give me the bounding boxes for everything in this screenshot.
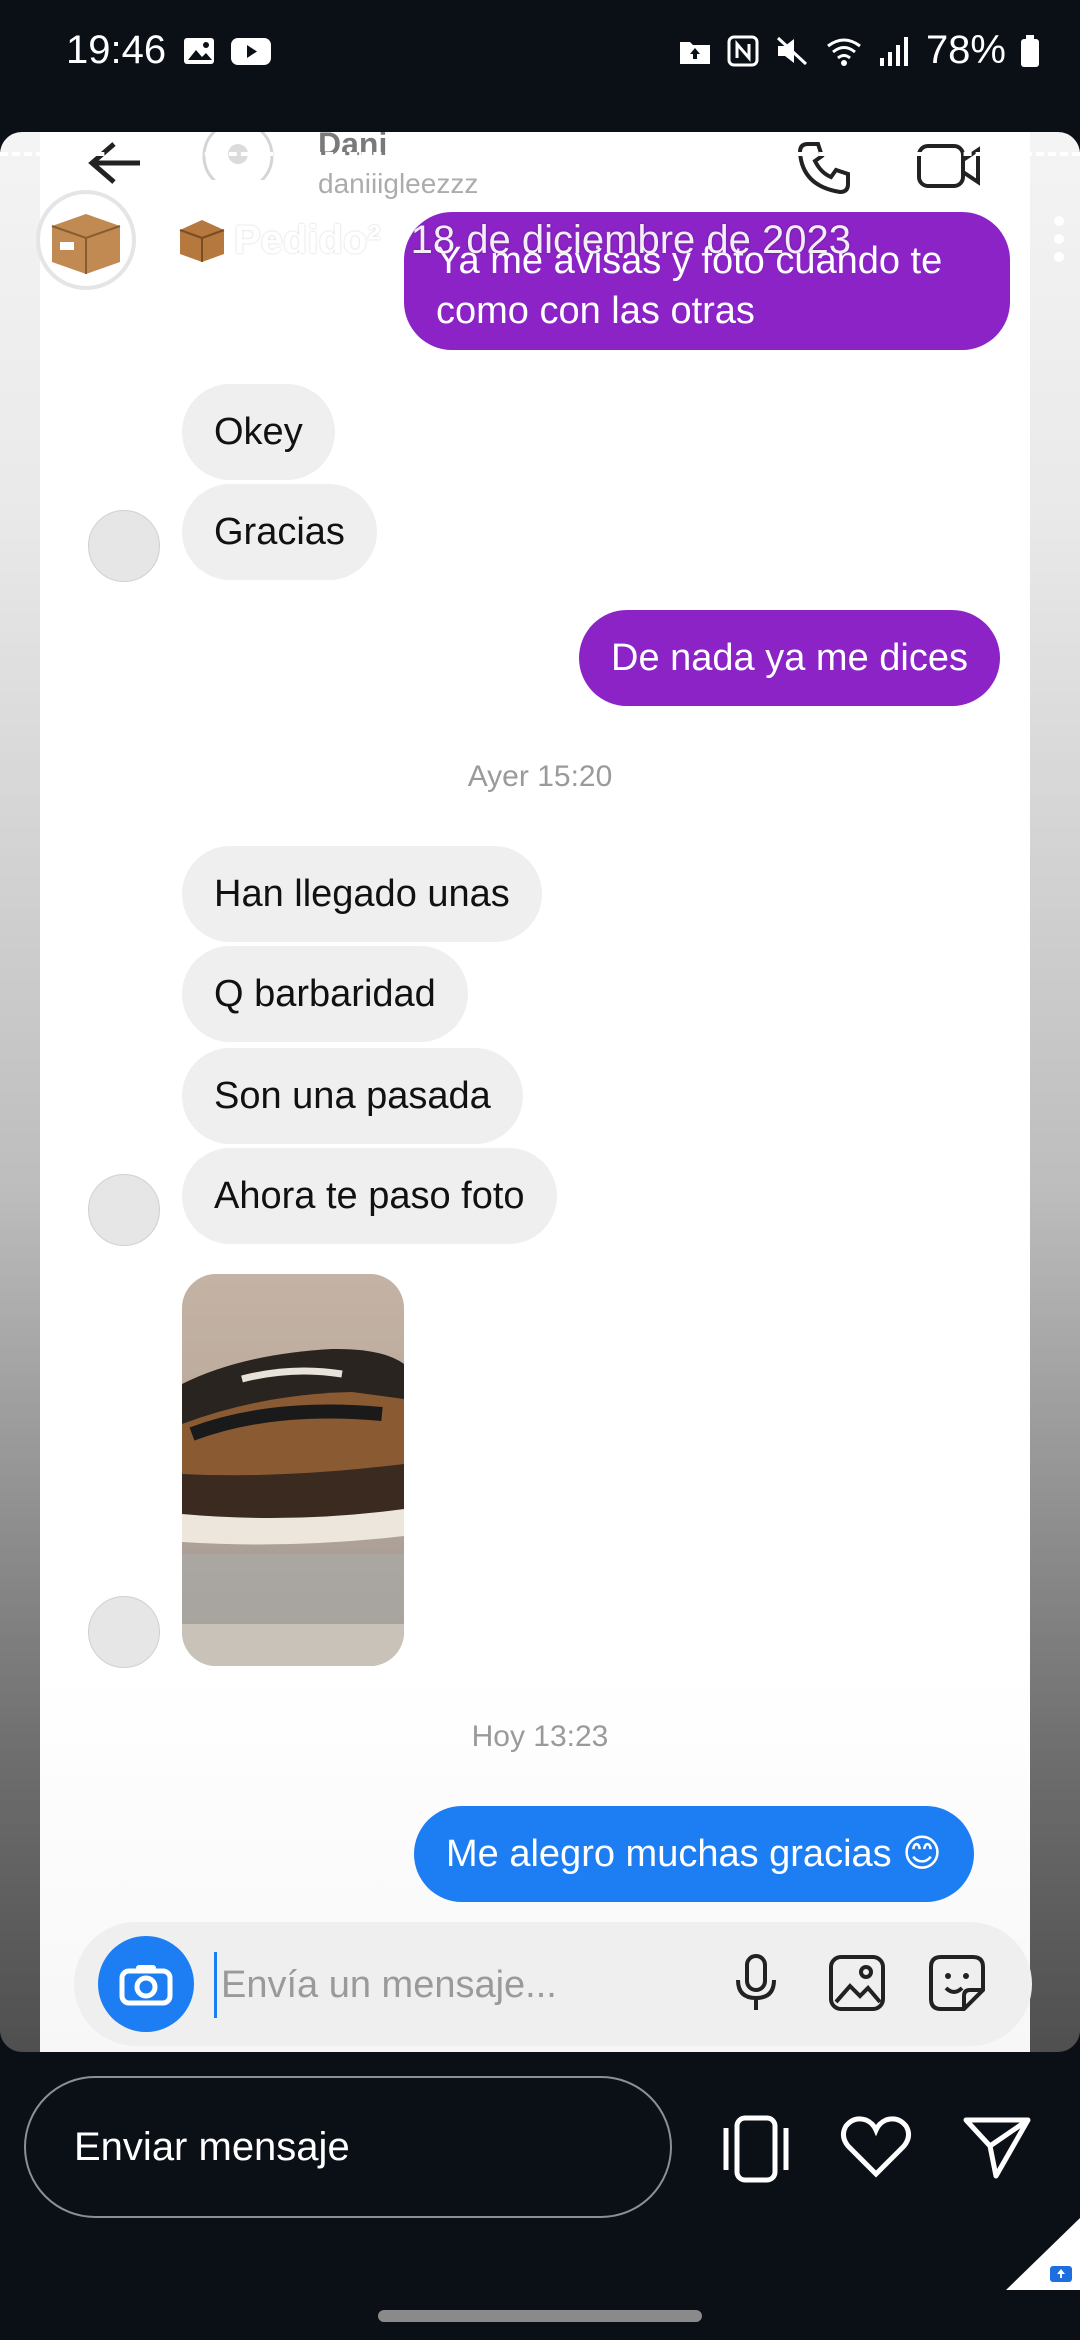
message-input[interactable] <box>214 1952 733 2018</box>
avatar <box>88 1174 160 1246</box>
message-text: Q barbaridad <box>214 973 436 1015</box>
camera-icon <box>119 1965 173 2006</box>
youtube-icon <box>231 38 271 65</box>
more-icon[interactable] <box>1052 214 1066 264</box>
message-outgoing: Me alegro muchas gracias 😊 <box>414 1806 974 1902</box>
owner-name-text: Pedido² <box>234 217 381 262</box>
message-incoming: Q barbaridad <box>182 946 468 1042</box>
mute-icon <box>776 36 807 65</box>
back-icon[interactable] <box>84 138 144 188</box>
upload-icon <box>679 41 710 64</box>
message-text: Son una pasada <box>214 1075 491 1117</box>
avatar <box>88 1596 160 1668</box>
avatar <box>88 510 160 582</box>
story-owner[interactable]: Pedido² 18 de diciembre de 2023 <box>36 190 851 290</box>
message-text: Ahora te paso foto <box>214 1175 525 1217</box>
peer-name: Dani <box>318 132 388 162</box>
battery-icon <box>1021 34 1039 67</box>
corner-badge <box>1006 2218 1080 2290</box>
chat-screenshot: Ya me avisas y foto cuando te como con l… <box>40 132 1032 2052</box>
mic-icon[interactable] <box>726 1952 786 2014</box>
message-text: Okey <box>214 411 303 453</box>
message-text: De nada ya me dices <box>611 637 968 679</box>
heart-icon[interactable] <box>840 2114 912 2180</box>
message-text: Me alegro muchas gracias 😊 <box>446 1833 942 1875</box>
dashed-divider <box>0 152 1080 156</box>
switch-icon[interactable] <box>718 2114 794 2184</box>
video-icon[interactable] <box>916 138 982 194</box>
photo-message[interactable] <box>182 1274 404 1666</box>
message-text: Gracias <box>214 511 345 553</box>
home-indicator[interactable] <box>378 2310 702 2322</box>
sticker-icon[interactable] <box>926 1952 988 2014</box>
camera-button[interactable] <box>98 1936 194 2032</box>
status-left-icons <box>182 34 272 68</box>
nfc-icon <box>727 35 759 66</box>
owner-name: Pedido² <box>176 216 381 264</box>
message-composer <box>74 1922 1032 2046</box>
status-right: 78% <box>678 28 1040 73</box>
box-icon <box>51 214 121 274</box>
reply-input[interactable]: Enviar mensaje <box>24 2076 672 2218</box>
message-incoming: Ahora te paso foto <box>182 1148 557 1244</box>
message-outgoing: De nada ya me dices <box>579 610 1000 706</box>
reply-label: Enviar mensaje <box>74 2124 350 2169</box>
signal-icon <box>879 36 908 66</box>
timestamp: Hoy 13:23 <box>471 1720 609 1753</box>
story-date: 18 de diciembre de 2023 <box>410 217 851 262</box>
phone-icon[interactable] <box>794 138 854 198</box>
battery-percent: 78% <box>925 28 1006 72</box>
timestamp: Ayer 15:20 <box>467 760 613 793</box>
package-icon <box>179 220 225 262</box>
message-text: Han llegado unas <box>214 873 510 915</box>
story-card[interactable]: Ya me avisas y foto cuando te como con l… <box>0 132 1080 2052</box>
message-incoming: Gracias <box>182 484 377 580</box>
message-incoming: Okey <box>182 384 335 480</box>
status-bar: 19:46 78% <box>0 0 1080 80</box>
message-incoming: Son una pasada <box>182 1048 523 1144</box>
message-incoming: Han llegado unas <box>182 846 542 942</box>
shoe-photo <box>182 1274 404 1666</box>
wifi-icon <box>827 38 861 66</box>
avatar <box>202 132 274 180</box>
owner-avatar <box>36 190 136 290</box>
image-icon <box>184 38 214 64</box>
gallery-icon[interactable] <box>826 1952 888 2014</box>
send-icon[interactable] <box>962 2114 1032 2180</box>
status-time: 19:46 <box>66 28 167 72</box>
